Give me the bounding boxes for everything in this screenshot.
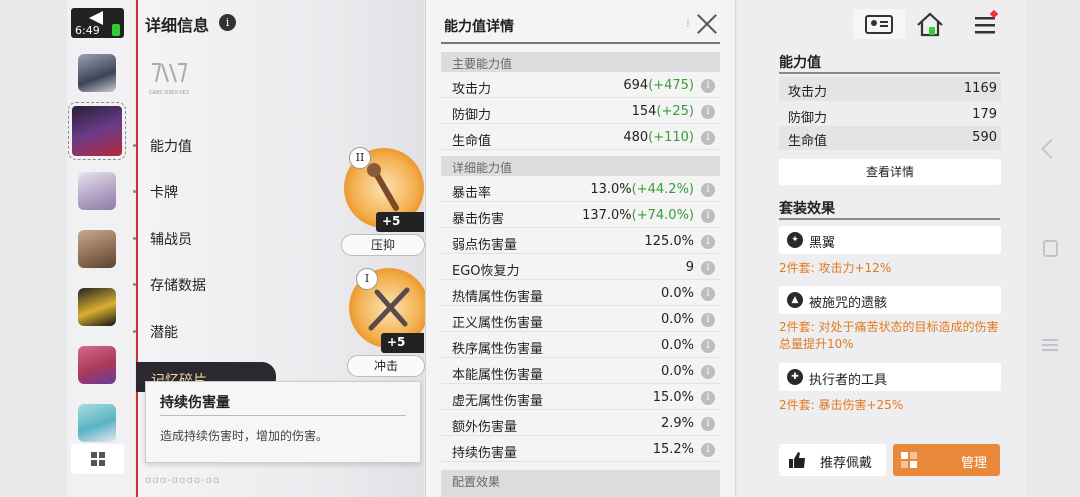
- info-icon[interactable]: i: [701, 209, 715, 223]
- stat-row-justice-damage: 正义属性伤害量 0.0% i: [441, 308, 720, 332]
- set-bonus-2: 2件套: 对处于痛苦状态的目标造成的伤害总量提升10%: [779, 320, 999, 351]
- stat-row-crit-rate: 暴击率 13.0%(+44.2%) i: [441, 178, 720, 202]
- summary-row-defense: 防御力 179: [779, 103, 1001, 127]
- menu-item-stats[interactable]: 能力值: [133, 136, 192, 156]
- info-icon[interactable]: i: [701, 365, 715, 379]
- tooltip-title: 持续伤害量: [160, 395, 230, 411]
- summary-row-attack: 攻击力 1169: [779, 77, 1001, 101]
- back-time-button[interactable]: 6:49: [71, 8, 124, 38]
- drag-handle-icon: ⁝: [686, 16, 690, 30]
- info-icon[interactable]: i: [701, 183, 715, 197]
- stat-row-weak-damage: 弱点伤害量 125.0% i: [441, 230, 720, 254]
- menu-button[interactable]: [960, 9, 1008, 39]
- character-portrait-6[interactable]: [78, 346, 116, 384]
- team-logo: [152, 63, 188, 83]
- main-stats-header: 主要能力值: [441, 52, 720, 72]
- info-icon[interactable]: i: [701, 287, 715, 301]
- battery-icon: [112, 24, 120, 36]
- character-portrait-3[interactable]: [78, 172, 116, 210]
- tooltip-divider: [160, 415, 406, 416]
- back-arrow-icon: [89, 11, 103, 25]
- set-card-cursed-remains[interactable]: ▲ 被施咒的遗骸: [779, 286, 1001, 314]
- stat-row-dot-damage: 持续伤害量 15.2% i: [441, 438, 720, 462]
- stat-row-passion-damage: 热情属性伤害量 0.0% i: [441, 282, 720, 306]
- tooltip: 持续伤害量 造成持续伤害时，增加的伤害。: [145, 381, 421, 463]
- nav-menu-icon[interactable]: [1042, 337, 1058, 353]
- manage-button[interactable]: 管理: [893, 444, 1000, 476]
- info-icon[interactable]: i: [701, 131, 715, 145]
- stat-row-defense: 防御力 154(+25) i: [441, 100, 720, 124]
- info-icon[interactable]: i: [701, 235, 715, 249]
- detail-title: 能力值详情: [444, 19, 514, 35]
- character-portrait-4[interactable]: [78, 230, 116, 268]
- logo-caption: GABC-036X-VE3: [149, 90, 189, 96]
- fragment-1-rank: II: [349, 147, 371, 169]
- stat-row-ego-recovery: EGO恢复力 9 i: [441, 256, 720, 280]
- wing-icon: ✦: [787, 232, 803, 248]
- grid-icon: [91, 452, 105, 466]
- set-bonus-3: 2件套: 暴击伤害+25%: [779, 398, 904, 412]
- set-card-executor-tools[interactable]: ✚ 执行者的工具: [779, 363, 1001, 391]
- info-icon[interactable]: i: [701, 391, 715, 405]
- info-icon[interactable]: i: [701, 339, 715, 353]
- character-portrait-selected[interactable]: [68, 102, 126, 160]
- stat-row-extra-damage: 额外伤害量 2.9% i: [441, 412, 720, 436]
- summary-row-hp: 生命值 590: [779, 126, 1001, 150]
- recommend-label: 推荐佩戴: [820, 456, 873, 471]
- stat-row-hp: 生命值 480(+110) i: [441, 126, 720, 150]
- decor-text: ɑɑɑ-ɑɑɑɑ-ɑɑ: [145, 475, 221, 486]
- grid-view-button[interactable]: [71, 444, 124, 474]
- grid-icon: [901, 452, 917, 468]
- set-card-black-wing[interactable]: ✦ 黑翼: [779, 226, 1001, 254]
- skull-icon: ▲: [787, 292, 803, 308]
- home-button[interactable]: [906, 9, 954, 39]
- set-bonus-1: 2件套: 攻击力+12%: [779, 261, 892, 275]
- stat-row-void-damage: 虚无属性伤害量 15.0% i: [441, 386, 720, 410]
- thumbs-up-icon: [789, 452, 805, 468]
- nav-home-icon[interactable]: [1043, 240, 1058, 257]
- config-effect-header: 配置效果: [441, 470, 720, 497]
- sub-stats-header: 详细能力值: [441, 156, 720, 176]
- hamburger-icon: [975, 9, 999, 34]
- stat-row-instinct-damage: 本能属性伤害量 0.0% i: [441, 360, 720, 384]
- set-divider: [779, 218, 1000, 220]
- manage-label: 管理: [961, 456, 988, 471]
- info-icon[interactable]: i: [701, 261, 715, 275]
- fragment-1-label[interactable]: 压抑: [341, 234, 425, 256]
- menu-item-cards[interactable]: 卡牌: [133, 182, 178, 202]
- fragment-2-rank: I: [356, 268, 378, 290]
- id-card-icon: [865, 15, 893, 34]
- view-details-button[interactable]: 查看详情: [779, 159, 1001, 185]
- home-icon: [917, 12, 943, 37]
- stat-row-crit-damage: 暴击伤害 137.0%(+74.0%) i: [441, 204, 720, 228]
- close-icon[interactable]: [696, 13, 718, 35]
- recommend-equip-button[interactable]: 推荐佩戴: [779, 444, 886, 476]
- info-icon[interactable]: i: [701, 313, 715, 327]
- profile-card-button[interactable]: [853, 9, 905, 39]
- info-icon[interactable]: i: [701, 105, 715, 119]
- set-effect-title: 套装效果: [779, 201, 835, 217]
- clock: 6:49: [75, 24, 100, 37]
- stats-section-title: 能力值: [779, 55, 821, 71]
- fragment-2-level: +5: [381, 333, 424, 353]
- info-icon[interactable]: i: [701, 417, 715, 431]
- character-portrait-1[interactable]: [78, 54, 116, 92]
- character-portrait-7[interactable]: [78, 404, 116, 442]
- character-portrait-5[interactable]: [78, 288, 116, 326]
- title-divider: [441, 42, 720, 44]
- fragment-2-label[interactable]: 冲击: [347, 355, 425, 377]
- menu-item-support[interactable]: 辅战员: [133, 229, 192, 249]
- stat-row-attack: 攻击力 694(+475) i: [441, 74, 720, 98]
- info-icon[interactable]: i: [701, 443, 715, 457]
- tooltip-desc: 造成持续伤害时，增加的伤害。: [160, 429, 329, 443]
- page-title: 详细信息: [145, 16, 210, 35]
- stats-divider: [779, 72, 1000, 74]
- fragment-1-level: +5: [376, 212, 424, 232]
- info-icon[interactable]: i: [701, 79, 715, 93]
- tool-icon: ✚: [787, 369, 803, 385]
- menu-item-storage[interactable]: 存储数据: [133, 275, 206, 295]
- stat-row-order-damage: 秩序属性伤害量 0.0% i: [441, 334, 720, 358]
- menu-item-potential[interactable]: 潜能: [133, 322, 178, 342]
- info-icon[interactable]: i: [219, 14, 236, 31]
